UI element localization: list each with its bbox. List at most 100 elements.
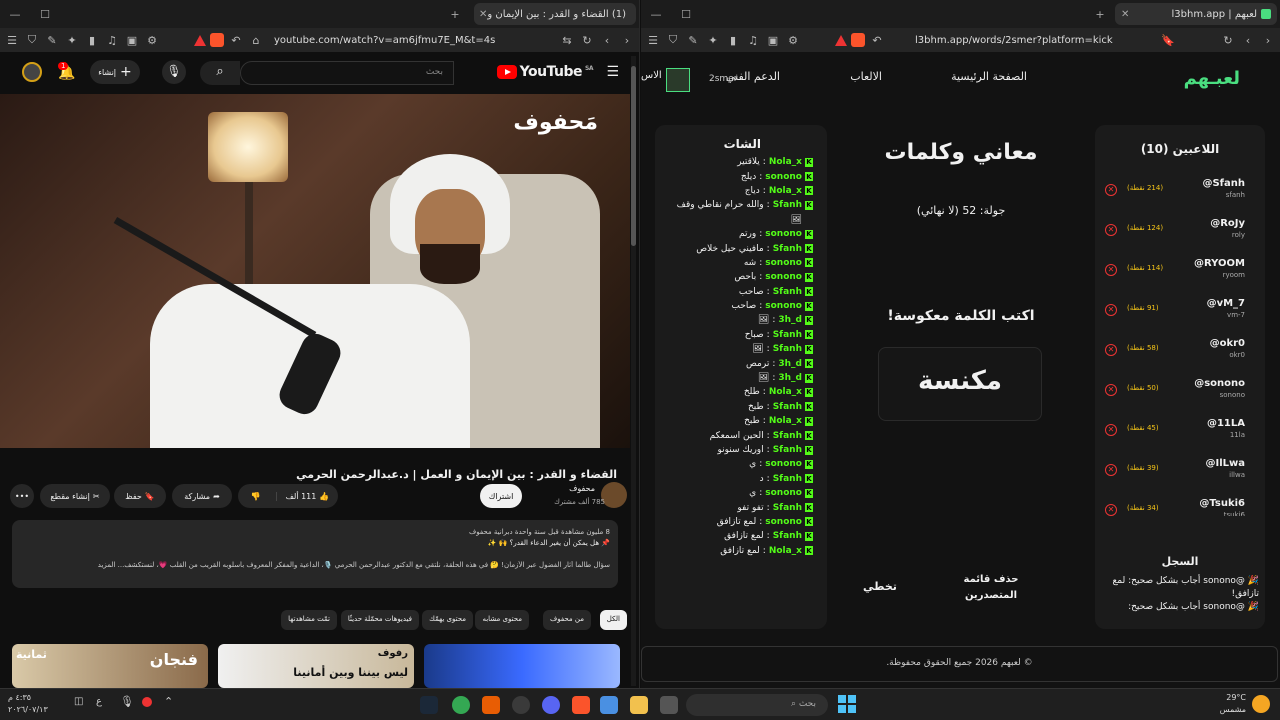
chat-username[interactable]: sonono bbox=[765, 258, 802, 268]
skip-button[interactable]: تخطي bbox=[863, 580, 897, 593]
reload-icon[interactable]: ↻ bbox=[1220, 34, 1236, 47]
discord-icon[interactable] bbox=[542, 696, 560, 714]
chat-username[interactable]: sonono bbox=[765, 172, 802, 182]
chat-username[interactable]: 3h_d bbox=[778, 373, 802, 383]
video-player[interactable]: مَحفوف bbox=[0, 94, 630, 448]
warning-icon[interactable] bbox=[194, 34, 206, 46]
related-thumb-1[interactable]: ثمانية فنجان bbox=[12, 644, 208, 688]
reload-icon[interactable]: ↻ bbox=[579, 34, 595, 47]
chat-username[interactable]: Sfanh bbox=[773, 344, 802, 354]
music-icon[interactable]: ♫ bbox=[104, 34, 120, 47]
chat-username[interactable]: Nola_x bbox=[769, 416, 802, 426]
screenshot-icon[interactable]: ▣ bbox=[124, 34, 140, 47]
clock[interactable]: ٤:٣٥ م ٢٠٢٦/٠٧/١٣ bbox=[8, 692, 48, 716]
more-actions-button[interactable]: ••• bbox=[10, 484, 34, 508]
brave-shield-icon[interactable] bbox=[851, 33, 865, 47]
mic-icon[interactable]: 🎙 bbox=[120, 695, 134, 708]
description-box[interactable]: 8 مليون مشاهدة قبل سنة واحدة دبرانية محف… bbox=[12, 520, 618, 588]
chat-username[interactable]: Nola_x bbox=[769, 186, 802, 196]
minimize-icon[interactable]: — bbox=[0, 8, 30, 21]
chat-username[interactable]: Nola_x bbox=[769, 157, 802, 167]
puzzle-icon[interactable]: ✦ bbox=[705, 34, 721, 47]
notification-icon[interactable]: ◫ bbox=[74, 696, 83, 707]
create-button[interactable]: إنشاء + bbox=[90, 60, 140, 84]
chat-username[interactable]: Sfanh bbox=[773, 531, 802, 541]
obs-icon[interactable] bbox=[512, 696, 530, 714]
site-logo[interactable]: لعبـهم bbox=[1184, 68, 1240, 89]
chat-username[interactable]: sonono bbox=[765, 517, 802, 527]
related-thumb-3[interactable] bbox=[424, 644, 620, 688]
nav-games[interactable]: الالعاب bbox=[850, 70, 882, 83]
app-icon-1[interactable] bbox=[482, 696, 500, 714]
chip-similar[interactable]: محتوى مشابه bbox=[475, 610, 529, 630]
chat-username[interactable]: Sfanh bbox=[773, 200, 802, 210]
search-button[interactable]: ⌕ bbox=[200, 61, 240, 85]
share-button[interactable]: ➦ مشاركة bbox=[172, 484, 232, 508]
warning-icon[interactable] bbox=[835, 34, 847, 46]
gear-icon[interactable]: ⚙ bbox=[144, 34, 160, 47]
maximize-icon[interactable]: ☐ bbox=[30, 8, 60, 21]
tab-l3bhm[interactable]: لعبهم | l3bhm.app ✕ bbox=[1115, 3, 1277, 25]
chat-username[interactable]: sonono bbox=[765, 459, 802, 469]
remove-player-icon[interactable]: ✕ bbox=[1105, 344, 1117, 356]
chevron-up-icon[interactable]: ⌃ bbox=[164, 695, 173, 708]
shield-icon[interactable]: ⛉ bbox=[24, 33, 40, 47]
steam-icon[interactable] bbox=[420, 696, 438, 714]
remove-player-icon[interactable]: ✕ bbox=[1105, 224, 1117, 236]
chip-for-you[interactable]: محتوى يهمّك bbox=[422, 610, 473, 630]
new-tab-icon[interactable]: + bbox=[1085, 8, 1115, 21]
hamburger-icon[interactable]: ☰ bbox=[606, 64, 619, 80]
menu-icon[interactable]: ☰ bbox=[645, 34, 661, 47]
chat-username[interactable]: Sfanh bbox=[773, 330, 802, 340]
chat-username[interactable]: 3h_d bbox=[778, 315, 802, 325]
gear-icon[interactable]: ⚙ bbox=[785, 34, 801, 47]
chip-all[interactable]: الكل bbox=[599, 610, 627, 630]
task-view-icon[interactable] bbox=[660, 696, 678, 714]
weather-sun-icon[interactable] bbox=[1252, 695, 1270, 713]
screenshot-icon[interactable]: ▣ bbox=[765, 34, 781, 47]
chat-username[interactable]: Sfanh bbox=[773, 431, 802, 441]
tab-youtube[interactable]: (1) القضاء و القدر : بين الإيمان و ✕ bbox=[474, 3, 636, 25]
app-icon-2[interactable] bbox=[600, 696, 618, 714]
clear-leaderboard-button[interactable]: حذف قائمة المتصدرين bbox=[951, 572, 1031, 604]
chat-username[interactable]: sonono bbox=[765, 301, 802, 311]
mic-icon[interactable]: 🎙 bbox=[162, 60, 186, 84]
maximize-icon[interactable]: ☐ bbox=[671, 8, 701, 21]
share-url-icon[interactable]: ⇆ bbox=[559, 34, 575, 47]
sidebar-icon[interactable]: ▮ bbox=[84, 34, 100, 47]
chip-recent[interactable]: فيديوهات محمّلة حديثًا bbox=[340, 610, 419, 630]
chat-username[interactable]: Sfanh bbox=[773, 474, 802, 484]
bookmark-icon[interactable]: 🔖 bbox=[1160, 34, 1176, 47]
related-thumb-2[interactable]: رفوف ليس بيننا وبين أمانينا bbox=[218, 644, 414, 688]
address-bar[interactable]: youtube.com/watch?v=am6jfmu7E_M&t=4s bbox=[268, 35, 555, 46]
taskbar-search[interactable]: بحث ⌕ bbox=[686, 694, 828, 716]
minimize-icon[interactable]: — bbox=[641, 8, 671, 21]
remove-player-icon[interactable]: ✕ bbox=[1105, 264, 1117, 276]
sidebar-icon[interactable]: ▮ bbox=[725, 34, 741, 47]
chat-username[interactable]: Sfanh bbox=[773, 287, 802, 297]
back-icon[interactable]: ‹ bbox=[599, 34, 615, 47]
subscribe-button[interactable]: اشتراك bbox=[480, 484, 522, 508]
chat-username[interactable]: Sfanh bbox=[773, 402, 802, 412]
chat-username[interactable]: sonono bbox=[765, 229, 802, 239]
scrollbar-thumb[interactable] bbox=[631, 66, 636, 246]
shield-icon[interactable]: ⛉ bbox=[665, 33, 681, 47]
youtube-logo[interactable]: YouTube SA bbox=[496, 64, 593, 80]
dislike-button[interactable]: 👎 bbox=[238, 492, 273, 501]
chat-username[interactable]: sonono bbox=[765, 488, 802, 498]
scrollbar[interactable] bbox=[631, 56, 636, 686]
like-button[interactable]: 👍 111 ألف bbox=[275, 491, 338, 501]
reload-alt-icon[interactable]: ↶ bbox=[869, 34, 885, 47]
music-icon[interactable]: ♫ bbox=[745, 34, 761, 47]
site-info-icon[interactable]: ⌂ bbox=[248, 34, 264, 47]
chat-username[interactable]: Sfanh bbox=[773, 503, 802, 513]
chat-username[interactable]: sonono bbox=[765, 272, 802, 282]
remove-player-icon[interactable]: ✕ bbox=[1105, 464, 1117, 476]
save-button[interactable]: 🔖 حفظ bbox=[114, 484, 166, 508]
user-avatar[interactable] bbox=[666, 68, 690, 92]
remove-player-icon[interactable]: ✕ bbox=[1105, 504, 1117, 516]
chip-watched[interactable]: تمّت مشاهدتها bbox=[281, 610, 337, 630]
new-tab-icon[interactable]: + bbox=[440, 8, 470, 21]
avatar[interactable] bbox=[22, 62, 42, 82]
language-indicator[interactable]: ع bbox=[96, 696, 102, 707]
